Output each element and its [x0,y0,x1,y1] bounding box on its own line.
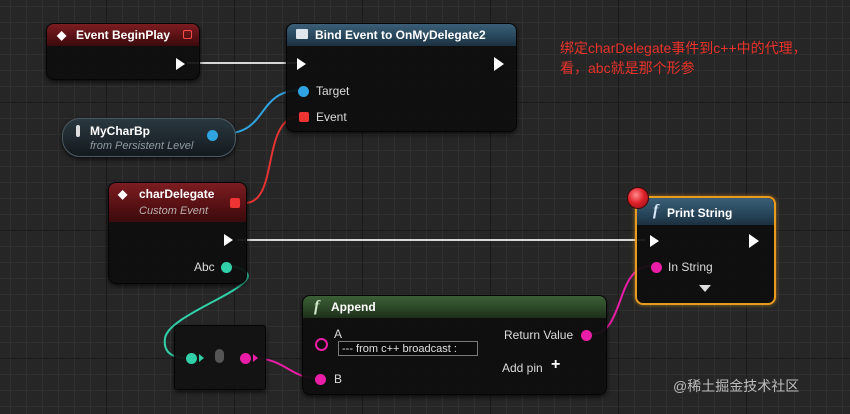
breakpoint-icon[interactable] [627,187,649,209]
node-title: charDelegate [139,187,215,201]
node-header: ◆ Event BeginPlay [47,24,199,46]
print-string-node[interactable]: f Print String In String [635,196,776,305]
break-struct-node[interactable] [174,325,266,390]
abc-output-pin[interactable] [221,262,232,273]
bind-event-node[interactable]: Bind Event to OnMyDelegate2 Target Event [286,23,517,132]
exec-input-pin[interactable] [650,235,659,247]
exec-input-pin[interactable] [297,58,306,70]
exec-output-pin[interactable] [176,58,185,70]
target-label: Target [316,84,350,98]
exec-output-pin[interactable] [494,57,504,71]
delegate-output-icon[interactable] [183,30,192,39]
in-string-pin[interactable] [651,262,662,273]
append-node[interactable]: f Append A --- from c++ broadcast : B Re… [302,295,607,395]
actor-reference-icon [76,125,80,137]
delegate-output-pin[interactable] [230,198,240,208]
chardelegate-node[interactable]: ◆ charDelegate Custom Event Abc [108,182,247,284]
pin-arrow-icon [199,354,204,362]
return-value-label: Return Value [504,328,574,342]
event-label: Event [316,110,347,124]
node-title: Bind Event to OnMyDelegate2 [315,28,486,42]
node-title: Append [331,300,376,314]
node-header: Bind Event to OnMyDelegate2 [287,24,516,46]
pin-arrow-icon [253,354,258,362]
exec-output-pin[interactable] [749,234,759,248]
function-icon: f [653,202,659,219]
node-subtitle: Custom Event [139,205,209,217]
node-title: MyCharBp [90,124,151,138]
event-pin[interactable] [299,112,309,122]
node-header: f Print String [637,198,774,225]
node-title: Print String [667,206,733,220]
object-output-pin[interactable] [207,130,218,141]
node-subtitle: from Persistent Level [90,140,194,152]
expand-arrow-icon[interactable] [699,285,711,292]
target-pin[interactable] [298,86,309,97]
annotation-line: 看，abc就是那个形参 [560,60,695,76]
node-title: Event BeginPlay [76,28,171,42]
add-pin-icon[interactable]: + [551,356,560,374]
in-string-label: In String [668,260,713,274]
bind-event-icon [296,29,308,39]
watermark: @稀土掘金技术社区 [673,378,800,394]
annotation-line: 绑定charDelegate事件到c++中的代理， [560,40,807,56]
a-label: A [334,327,343,341]
string-output-pin[interactable] [240,353,251,364]
node-header: ◆ charDelegate Custom Event [109,183,246,222]
struct-input-pin[interactable] [186,353,197,364]
mycharbp-node[interactable]: MyCharBp from Persistent Level [62,118,236,157]
a-input-pin[interactable] [315,338,328,351]
exec-output-pin[interactable] [224,234,233,246]
abc-label: Abc [194,260,215,274]
b-label: B [334,372,343,386]
event-diamond-icon: ◆ [118,187,128,201]
event-diamond-icon: ◆ [57,28,67,42]
b-input-pin[interactable] [315,374,326,385]
conversion-icon [215,349,224,363]
return-value-pin[interactable] [581,330,592,341]
node-header: f Append [303,296,606,318]
function-icon: f [314,298,320,315]
event-beginplay-node[interactable]: ◆ Event BeginPlay [46,23,200,80]
a-default-value-input[interactable]: --- from c++ broadcast : [338,341,478,356]
add-pin-label[interactable]: Add pin [502,361,543,375]
annotation-text: 绑定charDelegate事件到c++中的代理， 看，abc就是那个形参 [560,38,807,78]
